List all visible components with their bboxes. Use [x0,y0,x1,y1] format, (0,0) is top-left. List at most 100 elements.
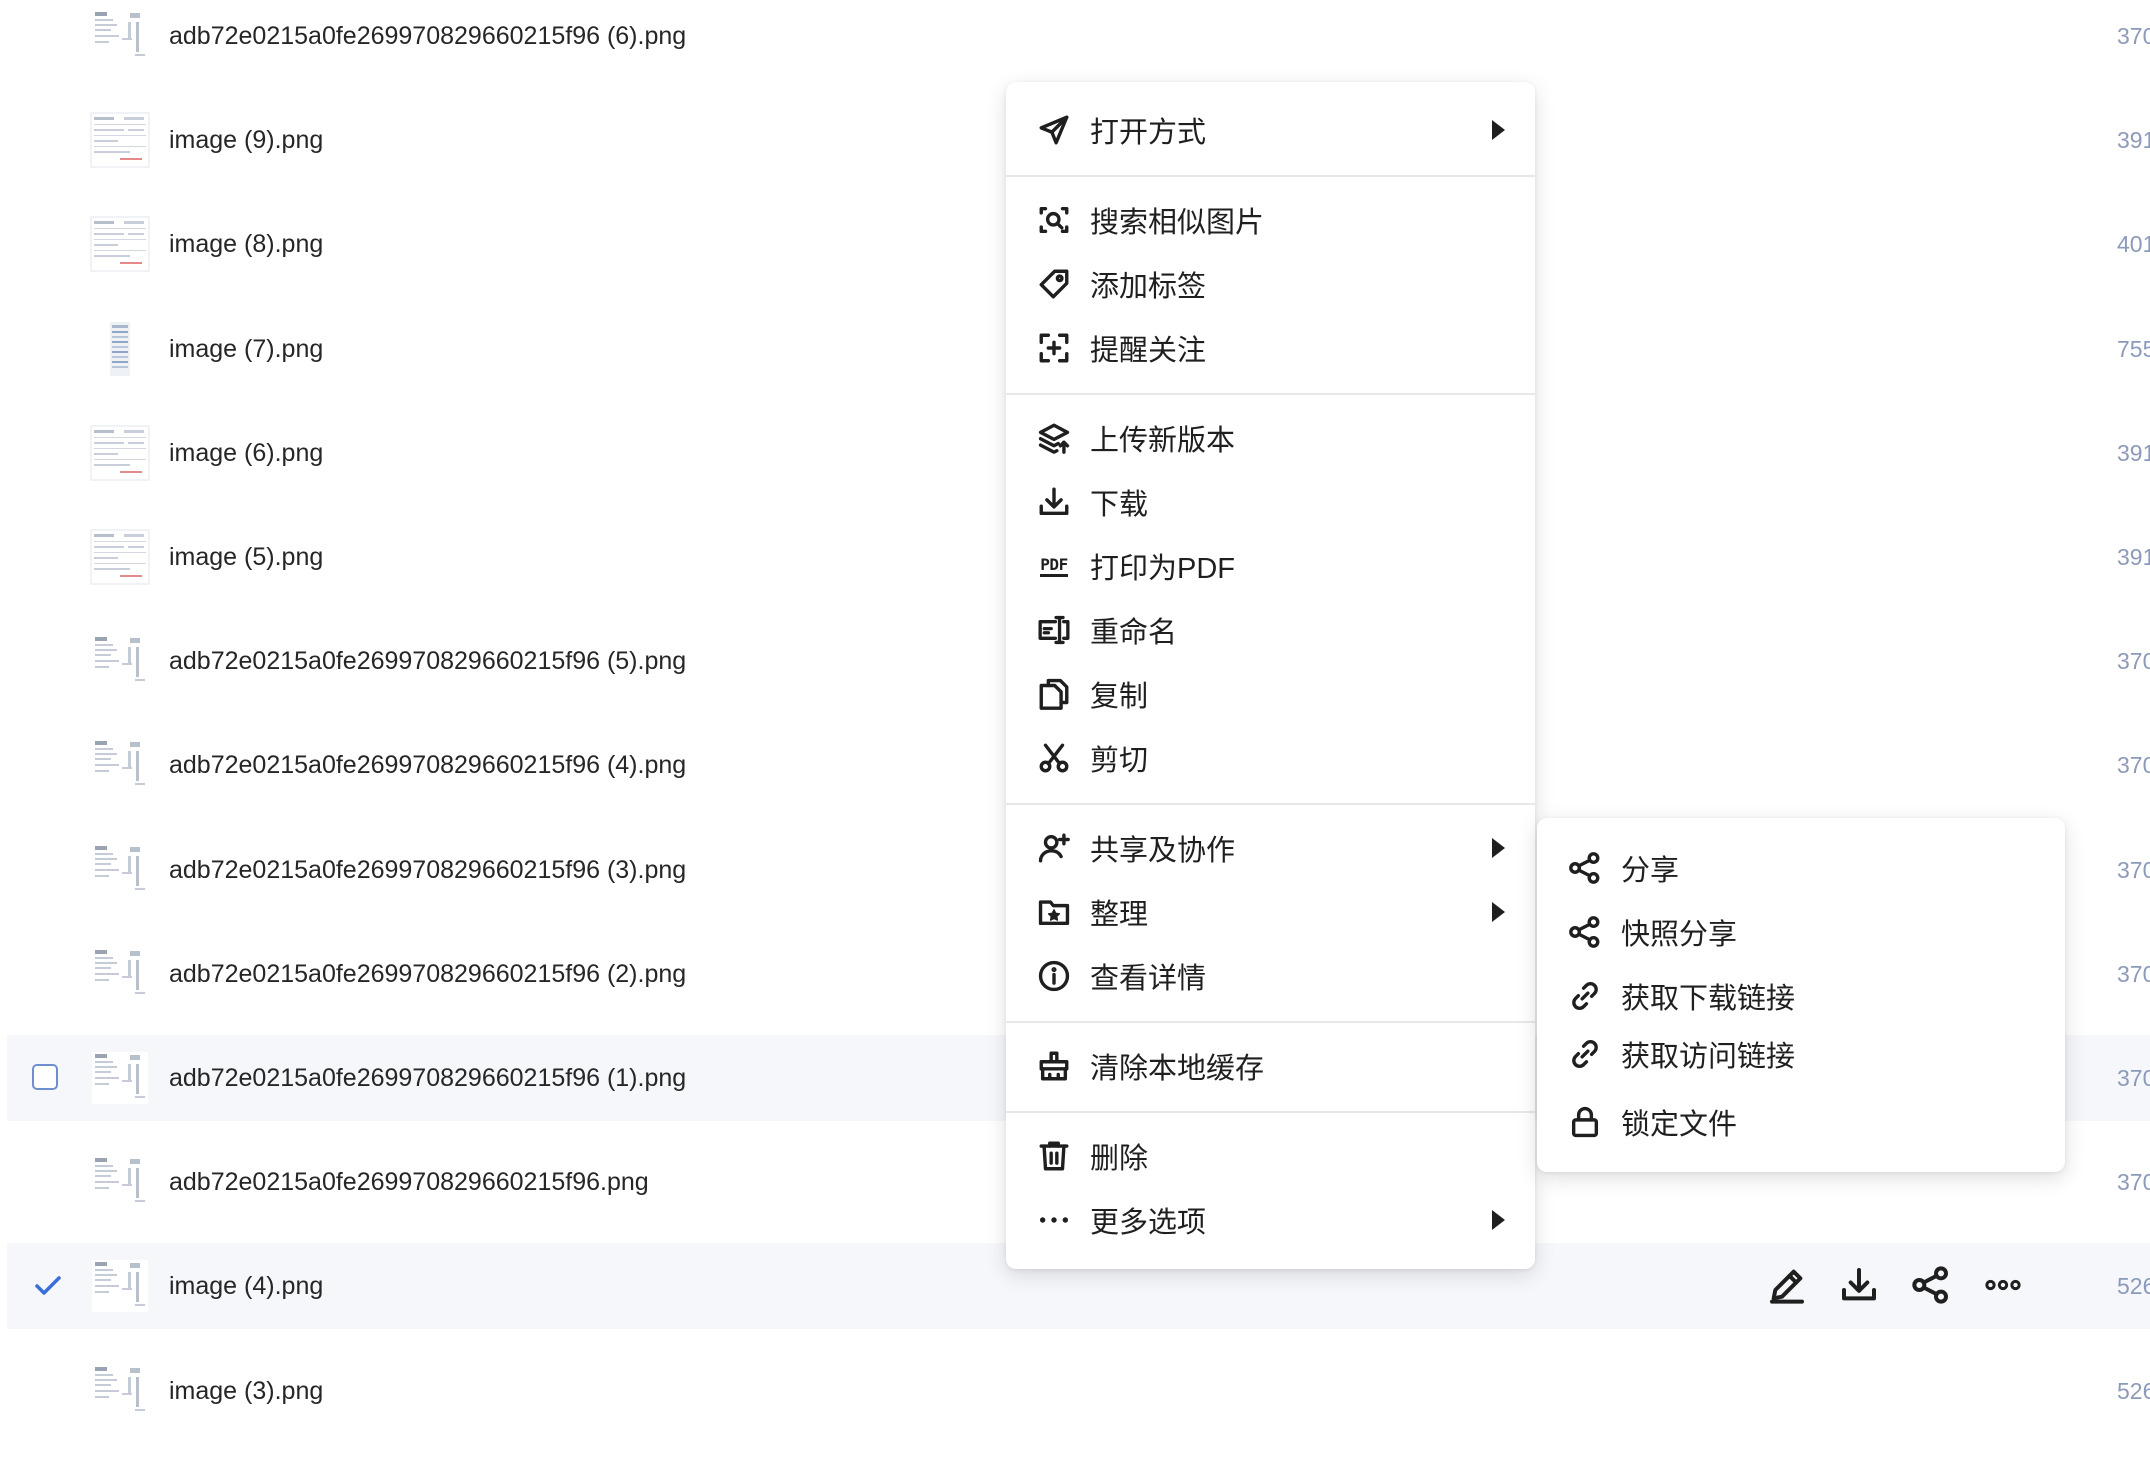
broom-icon [1036,1048,1072,1084]
file-name[interactable]: image (7).png [169,306,323,392]
menu-item-upload-version[interactable]: 上传新版本 [1006,408,1535,468]
pdf-icon: PDF [1036,548,1072,584]
menu-item-label: 上传新版本 [1090,425,1236,457]
file-thumbnail [90,112,150,168]
file-name[interactable]: image (3).png [169,1348,323,1434]
file-name[interactable]: image (5).png [169,514,323,600]
menu-item-open-with[interactable]: 打开方式 [1006,100,1535,160]
menu-item-clear-cache[interactable]: 清除本地缓存 [1006,1036,1535,1096]
download-icon[interactable] [1836,1262,1882,1308]
menu-item-label: 重命名 [1090,617,1178,649]
caret-right-icon [1492,838,1505,858]
file-size: 370 [2117,1169,2150,1195]
folder-star-icon [1036,894,1072,930]
menu-item-details[interactable]: 查看详情 [1006,946,1535,1006]
more-icon[interactable] [1980,1262,2026,1308]
caret-right-icon [1492,120,1505,140]
file-size: 526 [2117,1273,2150,1299]
file-size: 370 [2117,648,2150,674]
menu-item-label: 复制 [1090,681,1149,713]
menu-item-label: 添加标签 [1090,271,1207,303]
file-name[interactable]: adb72e0215a0fe269970829660215f96 (2).png [169,931,686,1017]
submenu-item-lock-file[interactable]: 锁定文件 [1537,1092,2065,1152]
file-size: 391 [2117,127,2150,153]
file-name[interactable]: image (6).png [169,410,323,496]
menu-item-delete[interactable]: 删除 [1006,1126,1535,1186]
menu-item-rename[interactable]: 重命名 [1006,600,1535,660]
share-icon [1567,914,1603,950]
context-menu: 打开方式搜索相似图片 添加标签提醒关注上传新版本下载 PDF 打印为PDF 重命名复制剪… [1006,82,1535,1269]
file-thumbnail [90,1154,150,1210]
file-thumbnail [90,633,150,689]
layers-upload-icon [1036,420,1072,456]
file-name[interactable]: adb72e0215a0fe269970829660215f96 (6).png [169,0,686,79]
file-size: 370 [2117,961,2150,987]
send-icon [1036,112,1072,148]
menu-item-more-options[interactable]: 更多选项 [1006,1190,1535,1250]
menu-divider [1006,1021,1535,1023]
file-name[interactable]: adb72e0215a0fe269970829660215f96.png [169,1139,649,1225]
file-row[interactable]: image (3).png 526 [7,1348,2150,1434]
file-size: 391 [2117,544,2150,570]
file-size: 370 [2117,23,2150,49]
submenu-item-access-link[interactable]: 获取访问链接 [1537,1024,2065,1084]
file-size: 755 [2117,336,2150,362]
file-size: 401 [2117,231,2150,257]
file-name[interactable]: adb72e0215a0fe269970829660215f96 (5).png [169,618,686,704]
submenu-item-download-link[interactable]: 获取下载链接 [1537,966,2065,1026]
file-thumbnail [90,737,150,793]
file-thumbnail [90,1363,150,1419]
menu-item-remind[interactable]: 提醒关注 [1006,318,1535,378]
menu-item-share-collab[interactable]: 共享及协作 [1006,818,1535,878]
file-name[interactable]: image (4).png [169,1243,323,1329]
file-name[interactable]: adb72e0215a0fe269970829660215f96 (4).png [169,722,686,808]
menu-item-label: 清除本地缓存 [1090,1053,1265,1085]
info-icon [1036,958,1072,994]
file-thumbnail [90,842,150,898]
file-name[interactable]: image (8).png [169,201,323,287]
menu-divider [1006,175,1535,177]
row-checkbox[interactable] [32,1064,58,1090]
trash-icon [1036,1138,1072,1174]
lock-icon [1567,1104,1603,1140]
menu-item-label: 剪切 [1090,745,1149,777]
menu-item-label: 删除 [1090,1143,1149,1175]
menu-item-search-similar[interactable]: 搜索相似图片 [1006,190,1535,250]
submenu-item-share[interactable]: 分享 [1537,838,2065,898]
menu-item-label: 搜索相似图片 [1090,207,1265,239]
file-thumbnail [90,1258,150,1314]
menu-item-download[interactable]: 下载 [1006,472,1535,532]
file-thumbnail [90,946,150,1002]
submenu-item-snapshot-share[interactable]: 快照分享 [1537,902,2065,962]
menu-item-add-tag[interactable]: 添加标签 [1006,254,1535,314]
submenu-item-label: 获取访问链接 [1621,1041,1796,1073]
file-thumbnail [90,529,150,585]
rename-icon [1036,612,1072,648]
submenu-item-label: 分享 [1621,855,1680,887]
menu-item-label: 提醒关注 [1090,335,1207,367]
submenu-item-label: 快照分享 [1621,919,1738,951]
file-size: 370 [2117,1065,2150,1091]
file-name[interactable]: adb72e0215a0fe269970829660215f96 (1).png [169,1035,686,1121]
menu-item-copy[interactable]: 复制 [1006,664,1535,724]
tag-icon [1036,266,1072,302]
file-name[interactable]: image (9).png [169,97,323,183]
file-size: 526 [2117,1378,2150,1404]
file-size: 370 [2117,752,2150,778]
add-focus-icon [1036,330,1072,366]
image-search-icon [1036,202,1072,238]
checkmark-icon[interactable] [33,1273,63,1299]
menu-divider [1006,393,1535,395]
menu-item-print-pdf[interactable]: PDF 打印为PDF [1006,536,1535,596]
share-icon[interactable] [1908,1262,1954,1308]
menu-item-organize[interactable]: 整理 [1006,882,1535,942]
file-row[interactable]: adb72e0215a0fe269970829660215f96 (6).png… [7,0,2150,79]
file-thumbnail [90,321,150,377]
file-name[interactable]: adb72e0215a0fe269970829660215f96 (3).png [169,827,686,913]
edit-icon[interactable] [1764,1262,1810,1308]
menu-item-cut[interactable]: 剪切 [1006,728,1535,788]
share-icon [1567,850,1603,886]
submenu-item-label: 获取下载链接 [1621,983,1796,1015]
menu-item-label: 打开方式 [1090,117,1207,149]
scissors-icon [1036,740,1072,776]
